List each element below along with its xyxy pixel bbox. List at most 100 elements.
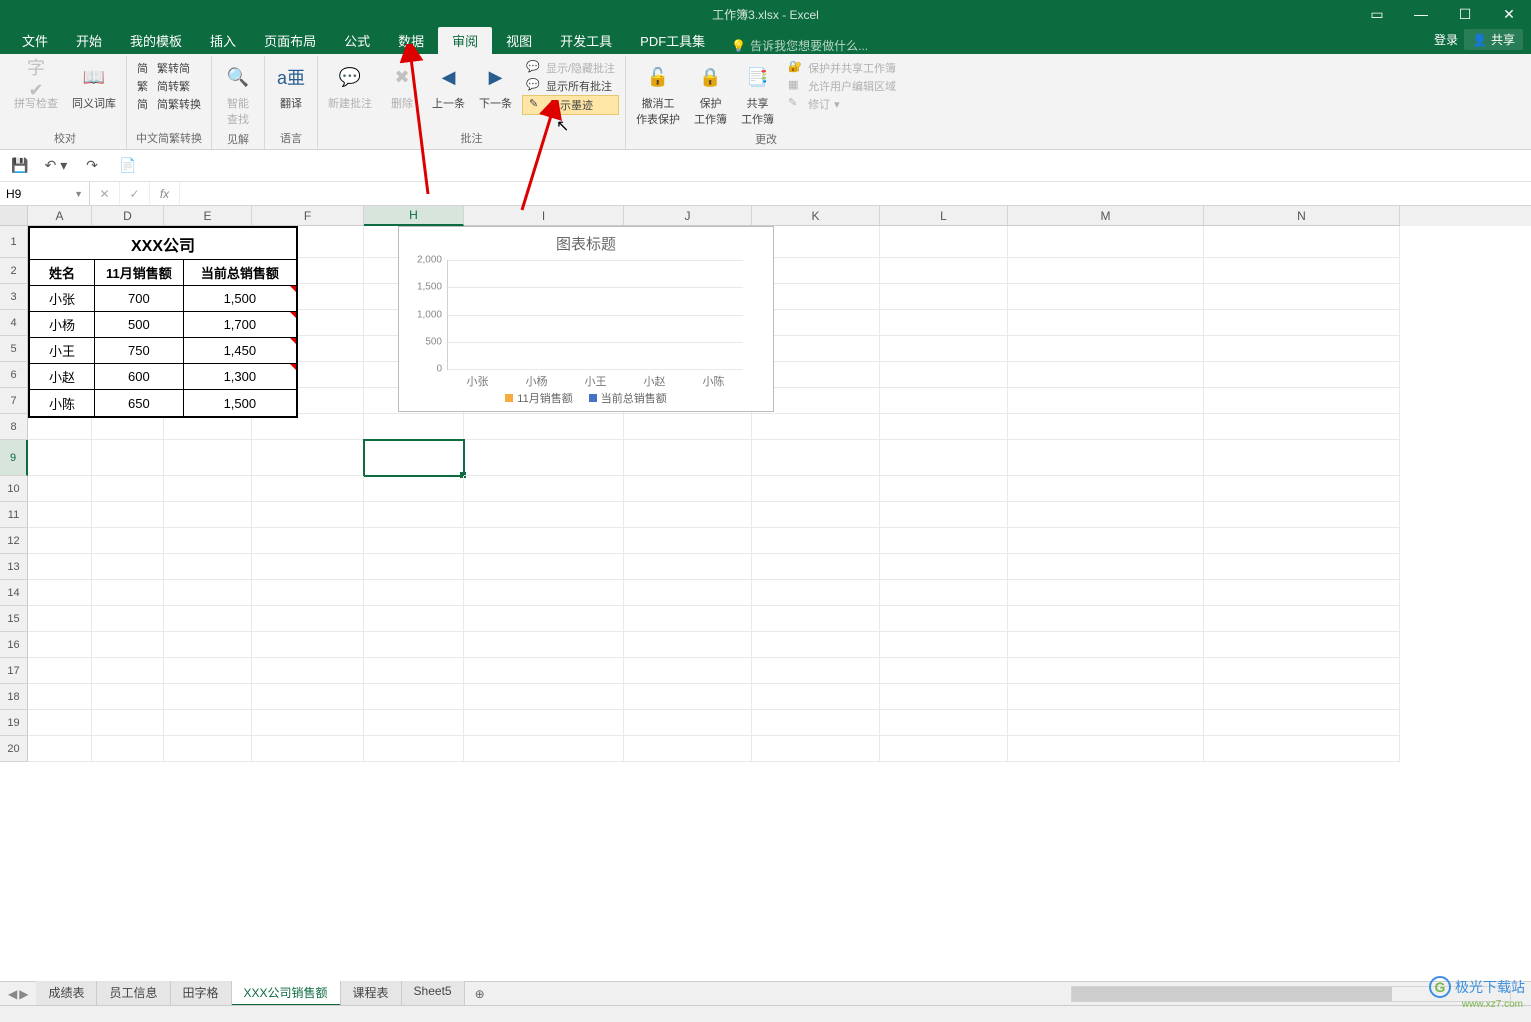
cell-E9[interactable] bbox=[164, 440, 252, 476]
menu-tab-PDF工具集[interactable]: PDF工具集 bbox=[626, 27, 719, 54]
row-header-15[interactable]: 15 bbox=[0, 606, 28, 632]
cell-K15[interactable] bbox=[752, 606, 880, 632]
cell-K8[interactable] bbox=[752, 414, 880, 440]
cell-M1[interactable] bbox=[1008, 226, 1204, 258]
enter-formula-button[interactable]: ✓ bbox=[120, 182, 150, 205]
cell-J16[interactable] bbox=[624, 632, 752, 658]
show-all-comments-button[interactable]: 💬显示所有批注 bbox=[522, 77, 619, 95]
cell-F11[interactable] bbox=[252, 502, 364, 528]
menu-tab-开始[interactable]: 开始 bbox=[62, 27, 116, 54]
row-header-1[interactable]: 1 bbox=[0, 226, 28, 258]
sheet-tab-成绩表[interactable]: 成绩表 bbox=[36, 981, 97, 1006]
menu-tab-审阅[interactable]: 审阅 bbox=[438, 27, 492, 54]
sheet-tab-Sheet5[interactable]: Sheet5 bbox=[402, 981, 465, 1006]
cell-N3[interactable] bbox=[1204, 284, 1400, 310]
row-header-2[interactable]: 2 bbox=[0, 258, 28, 284]
sheet-tab-课程表[interactable]: 课程表 bbox=[341, 981, 402, 1006]
cell-K10[interactable] bbox=[752, 476, 880, 502]
cell-M2[interactable] bbox=[1008, 258, 1204, 284]
cell-L9[interactable] bbox=[880, 440, 1008, 476]
share-workbook-button[interactable]: 📑共享 工作簿 bbox=[737, 59, 778, 129]
sheet-nav-next[interactable]: ▶ bbox=[19, 987, 28, 1001]
cell-A15[interactable] bbox=[28, 606, 92, 632]
column-header-A[interactable]: A bbox=[28, 206, 92, 226]
cell-N10[interactable] bbox=[1204, 476, 1400, 502]
cell-M8[interactable] bbox=[1008, 414, 1204, 440]
cell-L4[interactable] bbox=[880, 310, 1008, 336]
sheet-tab-田字格[interactable]: 田字格 bbox=[171, 981, 232, 1006]
cell-N14[interactable] bbox=[1204, 580, 1400, 606]
cell-D14[interactable] bbox=[92, 580, 164, 606]
save-button[interactable]: 💾 bbox=[8, 154, 32, 178]
cell-E19[interactable] bbox=[164, 710, 252, 736]
cell-M13[interactable] bbox=[1008, 554, 1204, 580]
cell-L3[interactable] bbox=[880, 284, 1008, 310]
cell-M14[interactable] bbox=[1008, 580, 1204, 606]
cell-N7[interactable] bbox=[1204, 388, 1400, 414]
show-ink-button[interactable]: ✎显示墨迹 bbox=[522, 95, 619, 115]
cell-L1[interactable] bbox=[880, 226, 1008, 258]
cell-D11[interactable] bbox=[92, 502, 164, 528]
menu-tab-数据[interactable]: 数据 bbox=[384, 27, 438, 54]
cell-A13[interactable] bbox=[28, 554, 92, 580]
column-header-J[interactable]: J bbox=[624, 206, 752, 226]
cell-L18[interactable] bbox=[880, 684, 1008, 710]
cell-N1[interactable] bbox=[1204, 226, 1400, 258]
row-header-9[interactable]: 9 bbox=[0, 440, 28, 476]
cell-M17[interactable] bbox=[1008, 658, 1204, 684]
cell-K16[interactable] bbox=[752, 632, 880, 658]
cell-D17[interactable] bbox=[92, 658, 164, 684]
cell-D13[interactable] bbox=[92, 554, 164, 580]
ribbon-display-options-icon[interactable]: ▭ bbox=[1355, 0, 1399, 28]
cell-L20[interactable] bbox=[880, 736, 1008, 762]
cell-A9[interactable] bbox=[28, 440, 92, 476]
cell-N12[interactable] bbox=[1204, 528, 1400, 554]
customize-qat-button[interactable]: 📄 bbox=[116, 154, 140, 178]
cell-H11[interactable] bbox=[364, 502, 464, 528]
cell-E12[interactable] bbox=[164, 528, 252, 554]
cell-L11[interactable] bbox=[880, 502, 1008, 528]
cell-I13[interactable] bbox=[464, 554, 624, 580]
row-header-8[interactable]: 8 bbox=[0, 414, 28, 440]
delete-comment-button[interactable]: ✖删除 bbox=[382, 59, 422, 113]
cell-L13[interactable] bbox=[880, 554, 1008, 580]
cell-L15[interactable] bbox=[880, 606, 1008, 632]
cell-N13[interactable] bbox=[1204, 554, 1400, 580]
show-hide-comment-button[interactable]: 💬显示/隐藏批注 bbox=[522, 59, 619, 77]
cell-M18[interactable] bbox=[1008, 684, 1204, 710]
cell-L10[interactable] bbox=[880, 476, 1008, 502]
cell-L16[interactable] bbox=[880, 632, 1008, 658]
row-header-6[interactable]: 6 bbox=[0, 362, 28, 388]
protect-and-share-button[interactable]: 🔐保护并共享工作簿 bbox=[784, 59, 900, 77]
cell-J15[interactable] bbox=[624, 606, 752, 632]
cell-F14[interactable] bbox=[252, 580, 364, 606]
cell-E16[interactable] bbox=[164, 632, 252, 658]
cell-F19[interactable] bbox=[252, 710, 364, 736]
cell-I9[interactable] bbox=[464, 440, 624, 476]
new-sheet-button[interactable]: ⊕ bbox=[465, 987, 495, 1001]
row-header-20[interactable]: 20 bbox=[0, 736, 28, 762]
cell-K20[interactable] bbox=[752, 736, 880, 762]
cell-L8[interactable] bbox=[880, 414, 1008, 440]
share-button[interactable]: 👤 共享 bbox=[1464, 29, 1523, 50]
cell-N15[interactable] bbox=[1204, 606, 1400, 632]
cell-L14[interactable] bbox=[880, 580, 1008, 606]
row-header-18[interactable]: 18 bbox=[0, 684, 28, 710]
cell-D10[interactable] bbox=[92, 476, 164, 502]
cell-M7[interactable] bbox=[1008, 388, 1204, 414]
cell-N11[interactable] bbox=[1204, 502, 1400, 528]
cell-A17[interactable] bbox=[28, 658, 92, 684]
cell-N17[interactable] bbox=[1204, 658, 1400, 684]
cell-M10[interactable] bbox=[1008, 476, 1204, 502]
cell-K14[interactable] bbox=[752, 580, 880, 606]
row-header-12[interactable]: 12 bbox=[0, 528, 28, 554]
cn-convert-button[interactable]: 简简繁转换 bbox=[133, 95, 205, 113]
cell-E15[interactable] bbox=[164, 606, 252, 632]
cell-E10[interactable] bbox=[164, 476, 252, 502]
cell-K19[interactable] bbox=[752, 710, 880, 736]
cell-H10[interactable] bbox=[364, 476, 464, 502]
allow-edit-ranges-button[interactable]: ▦允许用户编辑区域 bbox=[784, 77, 900, 95]
cell-D19[interactable] bbox=[92, 710, 164, 736]
cell-K18[interactable] bbox=[752, 684, 880, 710]
cell-N18[interactable] bbox=[1204, 684, 1400, 710]
